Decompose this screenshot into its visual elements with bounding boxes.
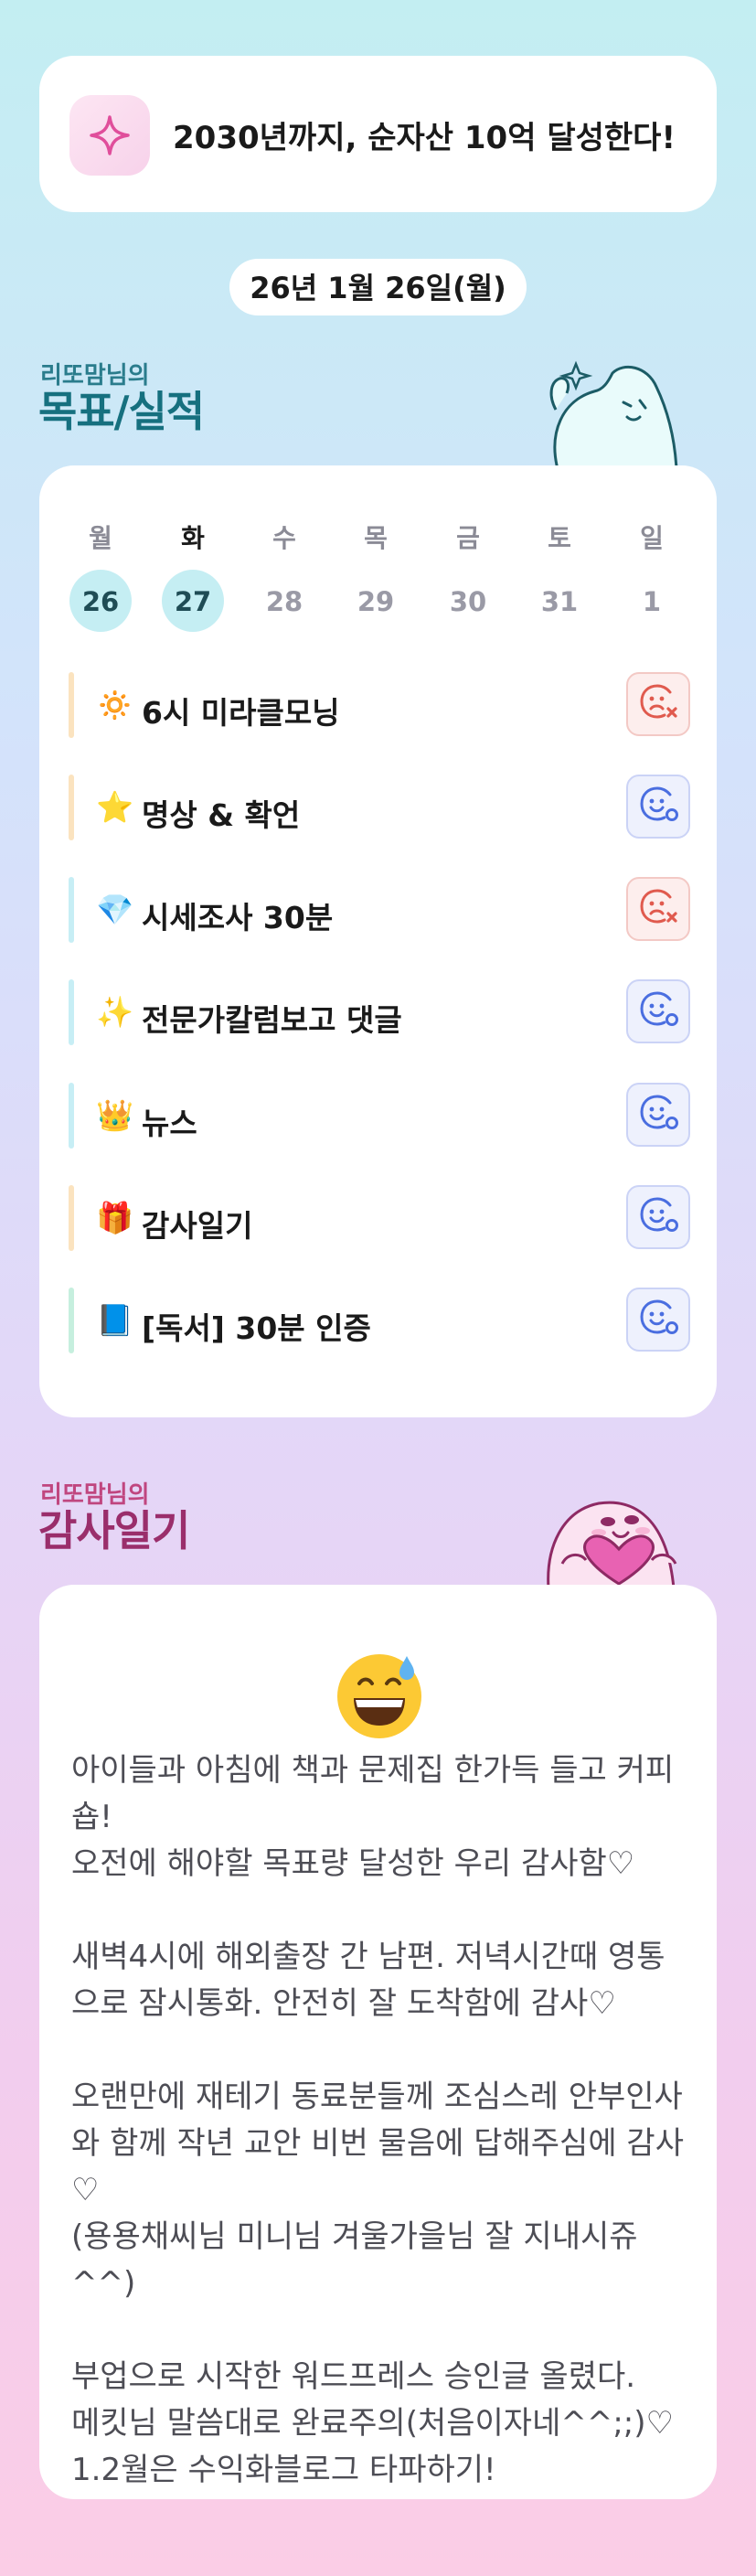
habit-color-bar	[69, 1083, 74, 1149]
sad-face-x-icon	[637, 681, 679, 727]
smile-face-check-icon	[637, 989, 679, 1034]
status-done-button[interactable]	[626, 1288, 690, 1352]
day-number: 26	[69, 570, 132, 632]
status-done-button[interactable]	[626, 775, 690, 839]
habit-color-bar	[69, 775, 74, 840]
habit-row[interactable]: 🎁 감사일기	[69, 1185, 690, 1251]
day-name: 수	[272, 523, 296, 553]
smile-face-check-icon	[637, 1194, 679, 1240]
gratitude-text: 아이들과 아침에 책과 문제집 한가득 들고 커피숍! 오전에 해야할 목표량 …	[71, 1752, 684, 2488]
gratitude-section-title: 감사일기	[38, 1506, 190, 1555]
smile-face-check-icon	[637, 1092, 679, 1138]
habit-label: 시세조사 30분	[142, 900, 334, 935]
goals-section-title: 목표/실적	[38, 387, 205, 436]
day-name: 월	[89, 523, 112, 553]
day-column[interactable]: 목 29	[344, 518, 408, 632]
gratitude-diary-card: 아이들과 아침에 책과 문제집 한가득 들고 커피숍! 오전에 해야할 목표량 …	[39, 1585, 717, 2499]
habit-color-bar	[69, 1288, 74, 1353]
status-done-button[interactable]	[626, 1083, 690, 1147]
habit-label: [독서] 30분 인증	[142, 1310, 371, 1346]
habit-label: 명상 & 확언	[142, 797, 301, 833]
habit-row[interactable]: 👑 뉴스	[69, 1083, 690, 1149]
day-number: 28	[265, 586, 303, 617]
habit-row[interactable]: 📘 [독서] 30분 인증	[69, 1288, 690, 1353]
day-name: 화	[181, 523, 205, 553]
habit-emoji-icon: ✨	[96, 994, 134, 1030]
smile-face-check-icon	[637, 784, 679, 829]
status-done-button[interactable]	[626, 979, 690, 1043]
day-column[interactable]: 일1	[620, 518, 684, 632]
habit-color-bar	[69, 1185, 74, 1251]
habit-label: 감사일기	[142, 1208, 253, 1244]
habit-emoji-icon: ⭐	[96, 789, 134, 825]
status-failed-button[interactable]	[626, 672, 690, 736]
status-failed-button[interactable]	[626, 877, 690, 941]
habit-label: 전문가칼럼보고 댓글	[142, 1002, 402, 1038]
habit-label: 6시 미라클모닝	[142, 695, 340, 731]
day-number: 1	[642, 586, 662, 617]
day-number: 29	[357, 586, 395, 617]
habit-emoji-icon: 🎁	[96, 1200, 134, 1235]
sad-face-x-icon	[637, 886, 679, 932]
habit-emoji-icon: 🔅	[96, 687, 134, 722]
habit-row[interactable]: ✨ 전문가칼럼보고 댓글	[69, 979, 690, 1045]
day-number: 30	[449, 586, 487, 617]
habit-row[interactable]: 💎 시세조사 30분	[69, 877, 690, 943]
habit-row[interactable]: 🔅 6시 미라클모닝	[69, 672, 690, 738]
day-name: 목	[364, 523, 388, 553]
day-name: 일	[640, 523, 664, 553]
habit-row[interactable]: ⭐ 명상 & 확언	[69, 775, 690, 840]
date-selector[interactable]: 26년 1월 26일(월)	[229, 259, 527, 315]
day-column[interactable]: 토 31	[527, 518, 591, 632]
habit-color-bar	[69, 979, 74, 1045]
habit-emoji-icon: 💎	[96, 892, 134, 927]
habit-emoji-icon: 👑	[96, 1097, 134, 1133]
goal-text: 2030년까지, 순자산 10억 달성한다!	[173, 120, 676, 156]
day-name: 금	[456, 523, 480, 553]
mascot-heart-icon	[547, 1501, 677, 1588]
day-column[interactable]: 화 27	[161, 518, 225, 632]
mascot-waving-icon	[549, 360, 678, 469]
day-name: 토	[548, 523, 571, 553]
day-column[interactable]: 금 30	[436, 518, 500, 632]
goal-banner[interactable]: 2030년까지, 순자산 10억 달성한다!	[39, 56, 717, 212]
habit-label: 뉴스	[142, 1106, 197, 1141]
habit-emoji-icon: 📘	[96, 1302, 134, 1338]
habit-color-bar	[69, 672, 74, 738]
smile-face-check-icon	[637, 1297, 679, 1342]
day-column[interactable]: 월 26	[69, 518, 133, 632]
day-number: 27	[162, 570, 224, 632]
day-number: 31	[540, 586, 579, 617]
habit-tracker-card: 월 26 화 27 수 28 목 29 금 30 토 31 일 1 🔅 6시 미라클모닝 ⭐ 명상 & 확언 …	[39, 465, 717, 1417]
day-column[interactable]: 수 28	[252, 518, 316, 632]
habit-color-bar	[69, 877, 74, 943]
sparkle-icon	[69, 95, 150, 176]
grinning-sweat-face-icon	[337, 1654, 421, 1738]
status-done-button[interactable]	[626, 1185, 690, 1249]
